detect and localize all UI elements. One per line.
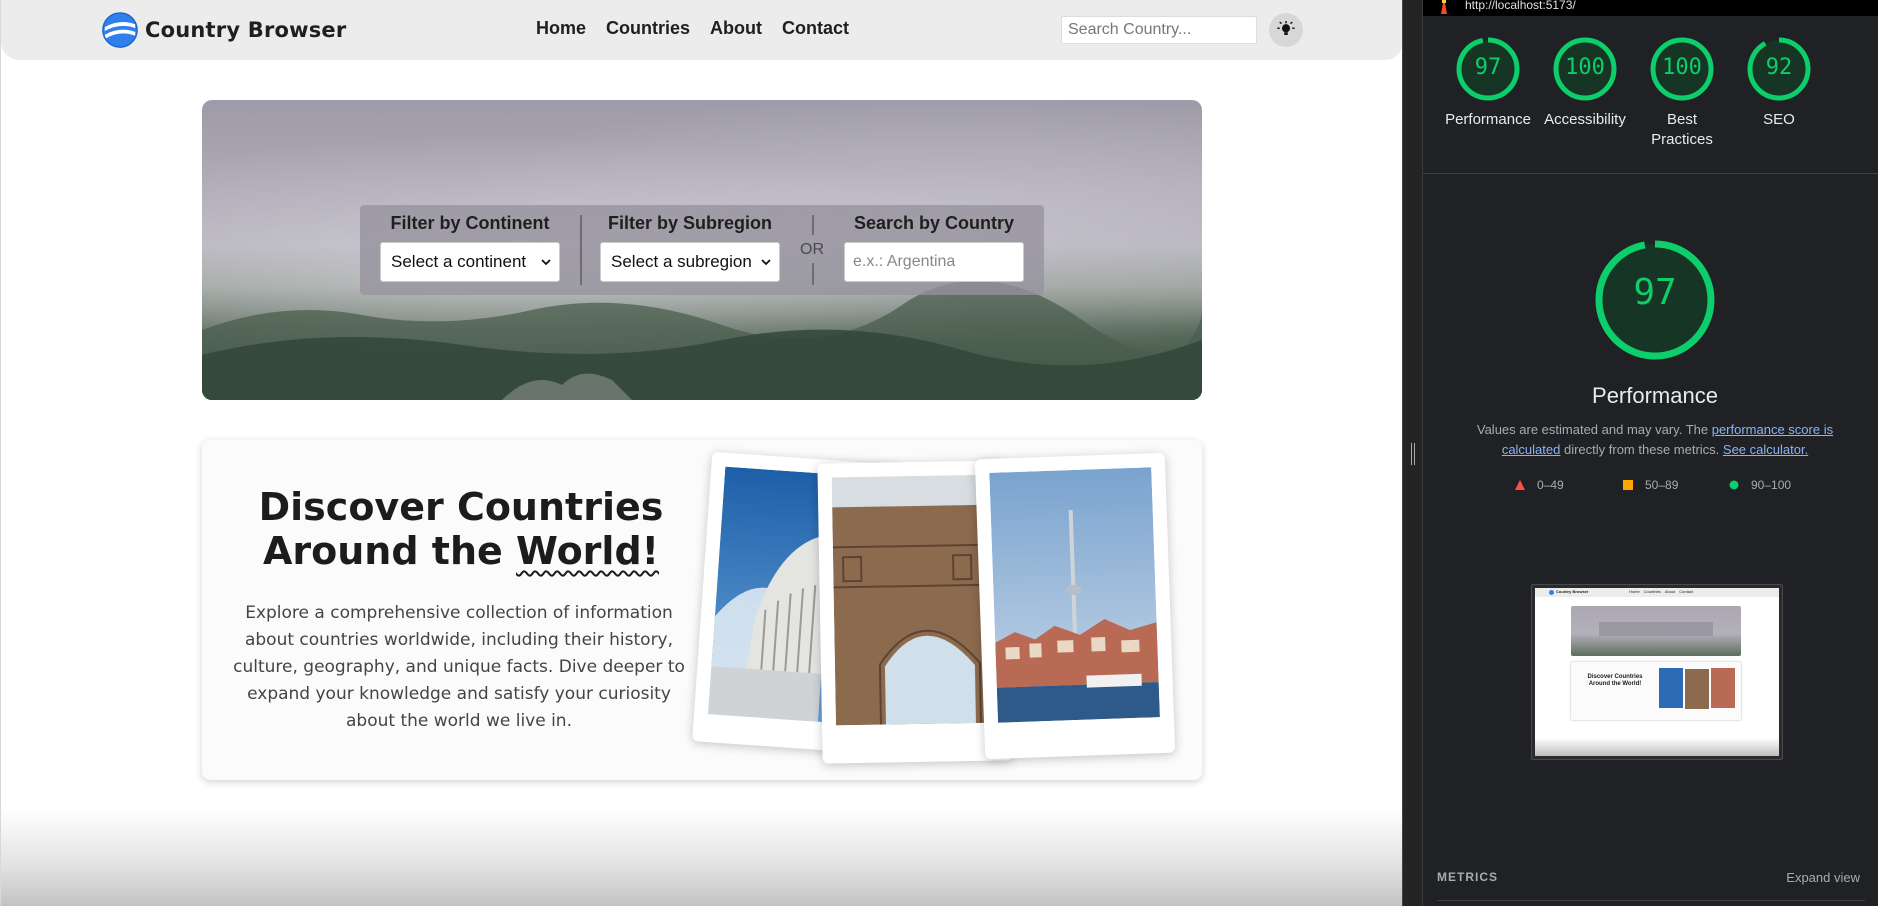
gauge-value: 92: [1765, 55, 1793, 80]
nav-link-countries[interactable]: Countries: [606, 18, 690, 39]
gauge-label: SEO: [1763, 111, 1795, 128]
arch-photo: [831, 474, 998, 726]
thumb-photo: [1711, 668, 1735, 708]
legend-pass: 90–100: [1729, 478, 1791, 492]
brand[interactable]: Country Browser: [101, 11, 346, 49]
thumbnail-page: Country Browser Home Countries About Con…: [1535, 588, 1779, 756]
continent-filter-label: Filter by Continent: [390, 213, 550, 233]
desc-text-start: Values are estimated and may vary. The: [1476, 422, 1712, 437]
theme-toggle-button[interactable]: [1269, 13, 1303, 47]
thumb-title-line2: Around the World!: [1588, 681, 1642, 687]
discover-title: Discover Countries Around the World!: [216, 485, 706, 573]
subregion-select-value: Select a subregion: [611, 252, 752, 271]
thumb-brand: Country Browser: [1556, 589, 1589, 594]
nav-link-about[interactable]: About: [710, 18, 762, 39]
page-bottom-fade: [1, 810, 1402, 906]
subregion-filter-label: Filter by Subregion: [607, 213, 772, 233]
lightbulb-icon: [1277, 21, 1295, 35]
nav-link-contact[interactable]: Contact: [782, 18, 849, 39]
panel-separator: [1423, 173, 1878, 174]
page-screenshot-thumbnail[interactable]: Country Browser Home Countries About Con…: [1531, 584, 1783, 760]
chevron-down-icon: [761, 259, 771, 266]
thumb-filter-box: [1599, 622, 1713, 636]
gauge-value: 97: [1474, 55, 1502, 80]
thumb-nav-link: Countries: [1643, 589, 1661, 594]
continent-filter: Filter by Continent Select a continent: [380, 213, 560, 282]
nav-links: Home Countries About Contact: [536, 18, 849, 39]
desc-text-mid: directly from these metrics.: [1560, 442, 1723, 457]
thumb-discover-card: Discover Countries Around the World!: [1571, 662, 1741, 720]
lighthouse-icon: [1441, 0, 1447, 14]
gauge-accessibility[interactable]: 100 Accessibility: [1540, 36, 1630, 130]
discover-title-line2: Around the: [263, 529, 517, 573]
city-tower-photo: [989, 467, 1160, 723]
legend-fail: 0–49: [1515, 478, 1564, 492]
performance-main-score: 97: [1633, 272, 1677, 313]
thumb-nav-link: Contact: [1679, 589, 1694, 594]
see-calculator-link[interactable]: See calculator.: [1723, 442, 1808, 457]
nav-link-home[interactable]: Home: [536, 18, 586, 39]
legend-range: 50–89: [1645, 478, 1679, 492]
continent-select[interactable]: Select a continent: [380, 242, 560, 282]
gauge-value: 100: [1662, 55, 1702, 80]
thumb-hero: [1571, 606, 1741, 656]
globe-logo-icon: [102, 12, 138, 48]
hero-banner: Filter by Continent Select a continent F…: [202, 100, 1202, 400]
legend-range: 0–49: [1537, 478, 1564, 492]
filter-panel: Filter by Continent Select a continent F…: [360, 205, 1044, 295]
thumb-photo: [1685, 669, 1709, 709]
thumb-globe-icon: [1549, 590, 1554, 595]
navbar: Country Browser Home Countries About Con…: [1, 0, 1402, 60]
discover-title-line1: Discover Countries: [258, 485, 664, 529]
discover-title-highlight: World!: [516, 529, 659, 573]
thumb-bottom-fade: [1535, 738, 1779, 756]
gauge-performance[interactable]: 97 Performance: [1443, 36, 1533, 130]
performance-description: Values are estimated and may vary. The p…: [1473, 420, 1837, 460]
subregion-filter: Filter by Subregion Select a subregion: [600, 213, 780, 282]
thumb-photo: [1659, 668, 1683, 708]
performance-title: Performance: [1592, 383, 1718, 408]
gauge-seo[interactable]: 92 SEO: [1734, 36, 1824, 130]
chevron-down-icon: [541, 259, 551, 266]
gauge-label: Best Practices: [1651, 111, 1713, 148]
thumb-title-line1: Discover Countries: [1587, 674, 1643, 680]
brand-name: Country Browser: [145, 18, 347, 42]
photo-card-city: [974, 452, 1176, 760]
thumb-nav-link: About: [1664, 589, 1676, 594]
gauge-label: Accessibility: [1544, 111, 1626, 128]
metrics-separator: [1437, 900, 1865, 901]
report-url-bar: http://localhost:5173/: [1423, 0, 1878, 16]
square-icon: [1623, 480, 1633, 490]
lighthouse-panel: http://localhost:5173/ 97 Performance 10…: [1422, 0, 1878, 906]
country-search-label: Search by Country: [853, 213, 1015, 233]
legend-average: 50–89: [1623, 478, 1678, 492]
devtools-divider: [1402, 0, 1422, 906]
resize-handle[interactable]: [1411, 443, 1415, 465]
app-viewport: Country Browser Home Countries About Con…: [0, 0, 1402, 906]
gauge-label: Performance: [1445, 111, 1531, 128]
thumb-nav-links: Home Countries About Contact: [1629, 589, 1693, 594]
metrics-heading: METRICS: [1437, 870, 1498, 884]
discover-description: Explore a comprehensive collection of in…: [233, 603, 685, 731]
or-divider-top: [812, 215, 814, 235]
subregion-select[interactable]: Select a subregion: [600, 242, 780, 282]
circle-icon: [1729, 480, 1739, 490]
legend-range: 90–100: [1751, 478, 1792, 492]
gauge-value: 100: [1565, 55, 1605, 80]
discover-card: Discover Countries Around the World! Exp…: [202, 440, 1202, 780]
report-url: http://localhost:5173/: [1465, 0, 1576, 12]
triangle-icon: [1515, 480, 1525, 490]
country-search-input[interactable]: [844, 242, 1024, 282]
continent-select-value: Select a continent: [391, 252, 527, 271]
or-separator: OR: [800, 241, 824, 258]
gauge-best-practices[interactable]: 100 Best Practices: [1637, 36, 1727, 150]
country-search: Search by Country: [844, 213, 1024, 282]
expand-view-toggle[interactable]: Expand view: [1786, 870, 1860, 885]
or-divider-bottom: [812, 263, 814, 285]
navbar-search-input[interactable]: [1061, 16, 1257, 44]
filter-divider: [580, 215, 582, 285]
thumb-nav-link: Home: [1629, 589, 1640, 594]
